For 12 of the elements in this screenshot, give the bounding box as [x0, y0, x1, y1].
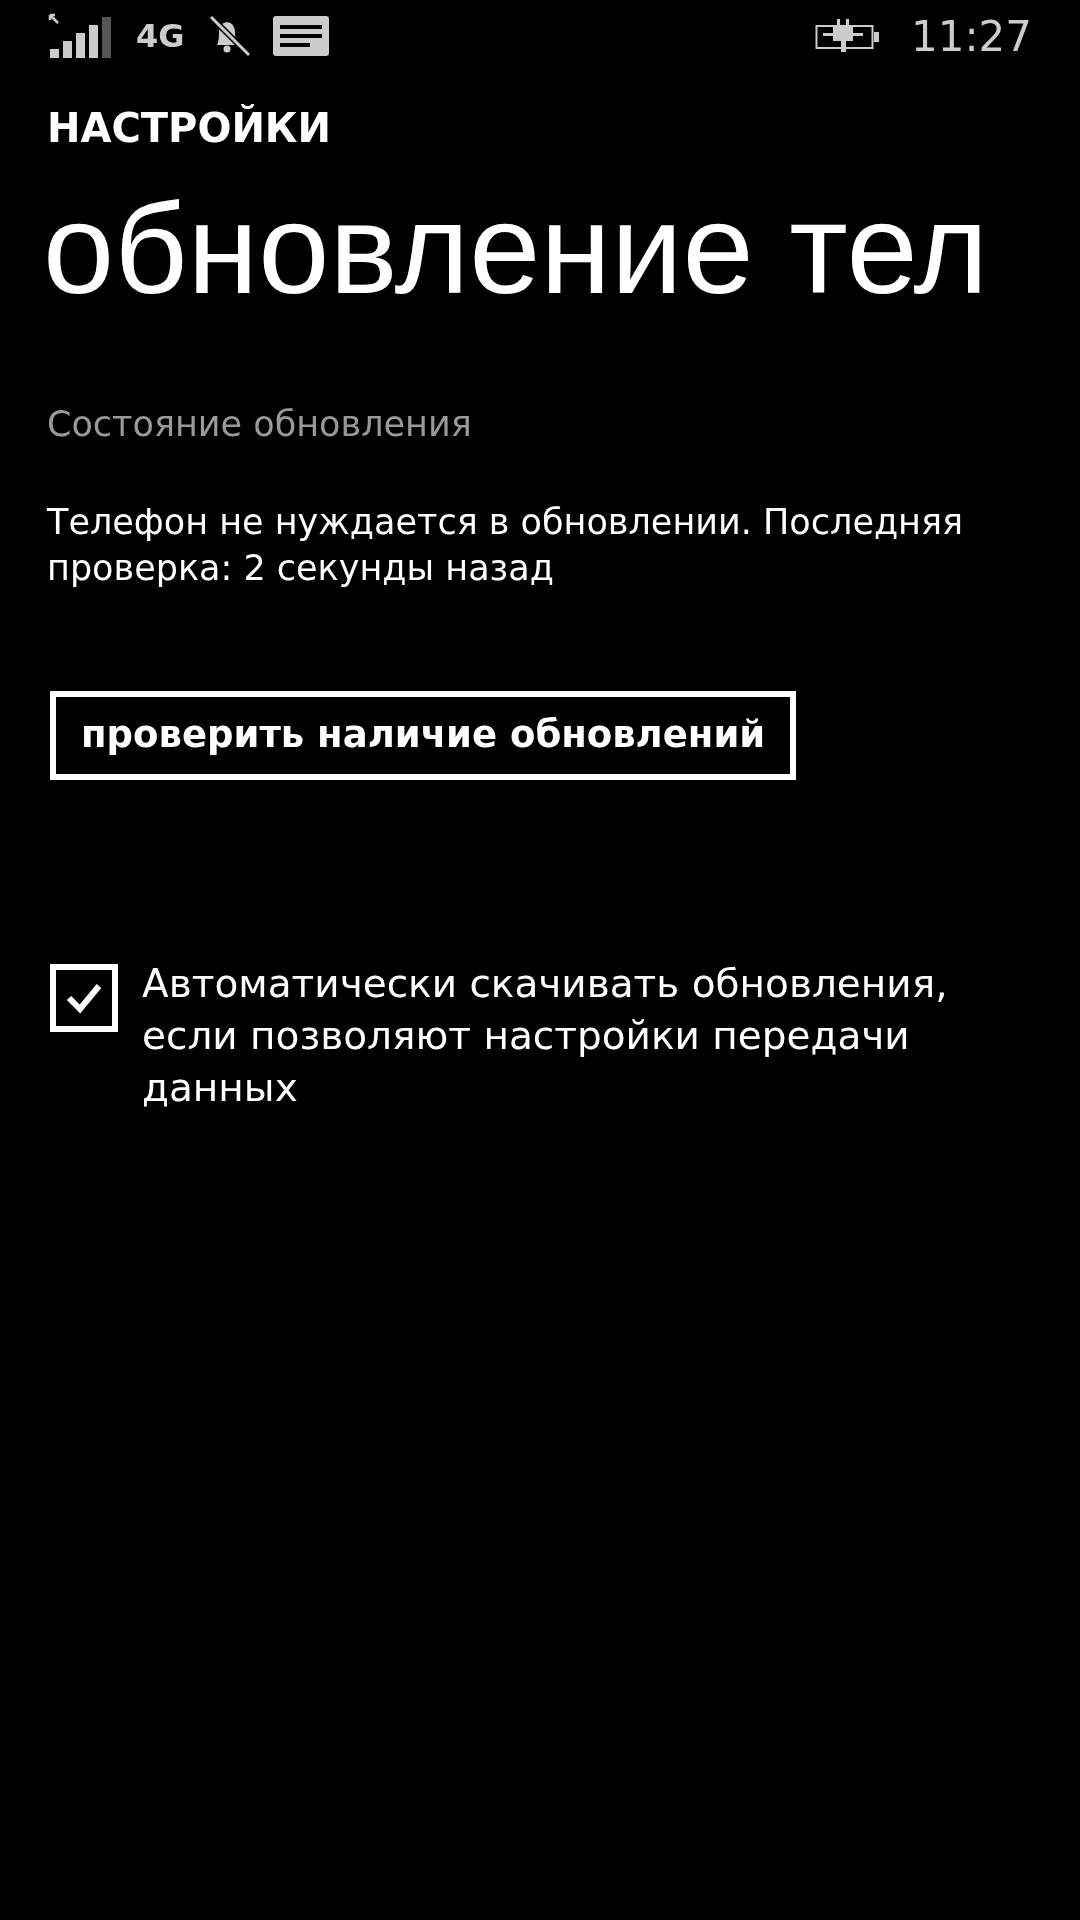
clock-time: 11:27 [910, 11, 1032, 61]
checkbox[interactable] [50, 963, 118, 1032]
status-text: Телефон не нуждается в обновлении. Последняя проверка: 2 секунды назад [47, 500, 965, 590]
check-updates-button[interactable]: проверить наличие обновлений [50, 690, 797, 780]
battery-charging-icon [814, 19, 881, 53]
page-title: обновление тел [43, 176, 989, 322]
section-label: Состояние обновления [47, 403, 473, 444]
message-icon [272, 16, 329, 56]
checkbox-label[interactable]: Автоматически скачивать обновления, если позволяют настройки передачи данных [142, 957, 1022, 1114]
signal-icon [48, 13, 114, 59]
app-title: НАСТРОЙКИ [47, 104, 333, 152]
network-type: 4G [136, 17, 185, 55]
